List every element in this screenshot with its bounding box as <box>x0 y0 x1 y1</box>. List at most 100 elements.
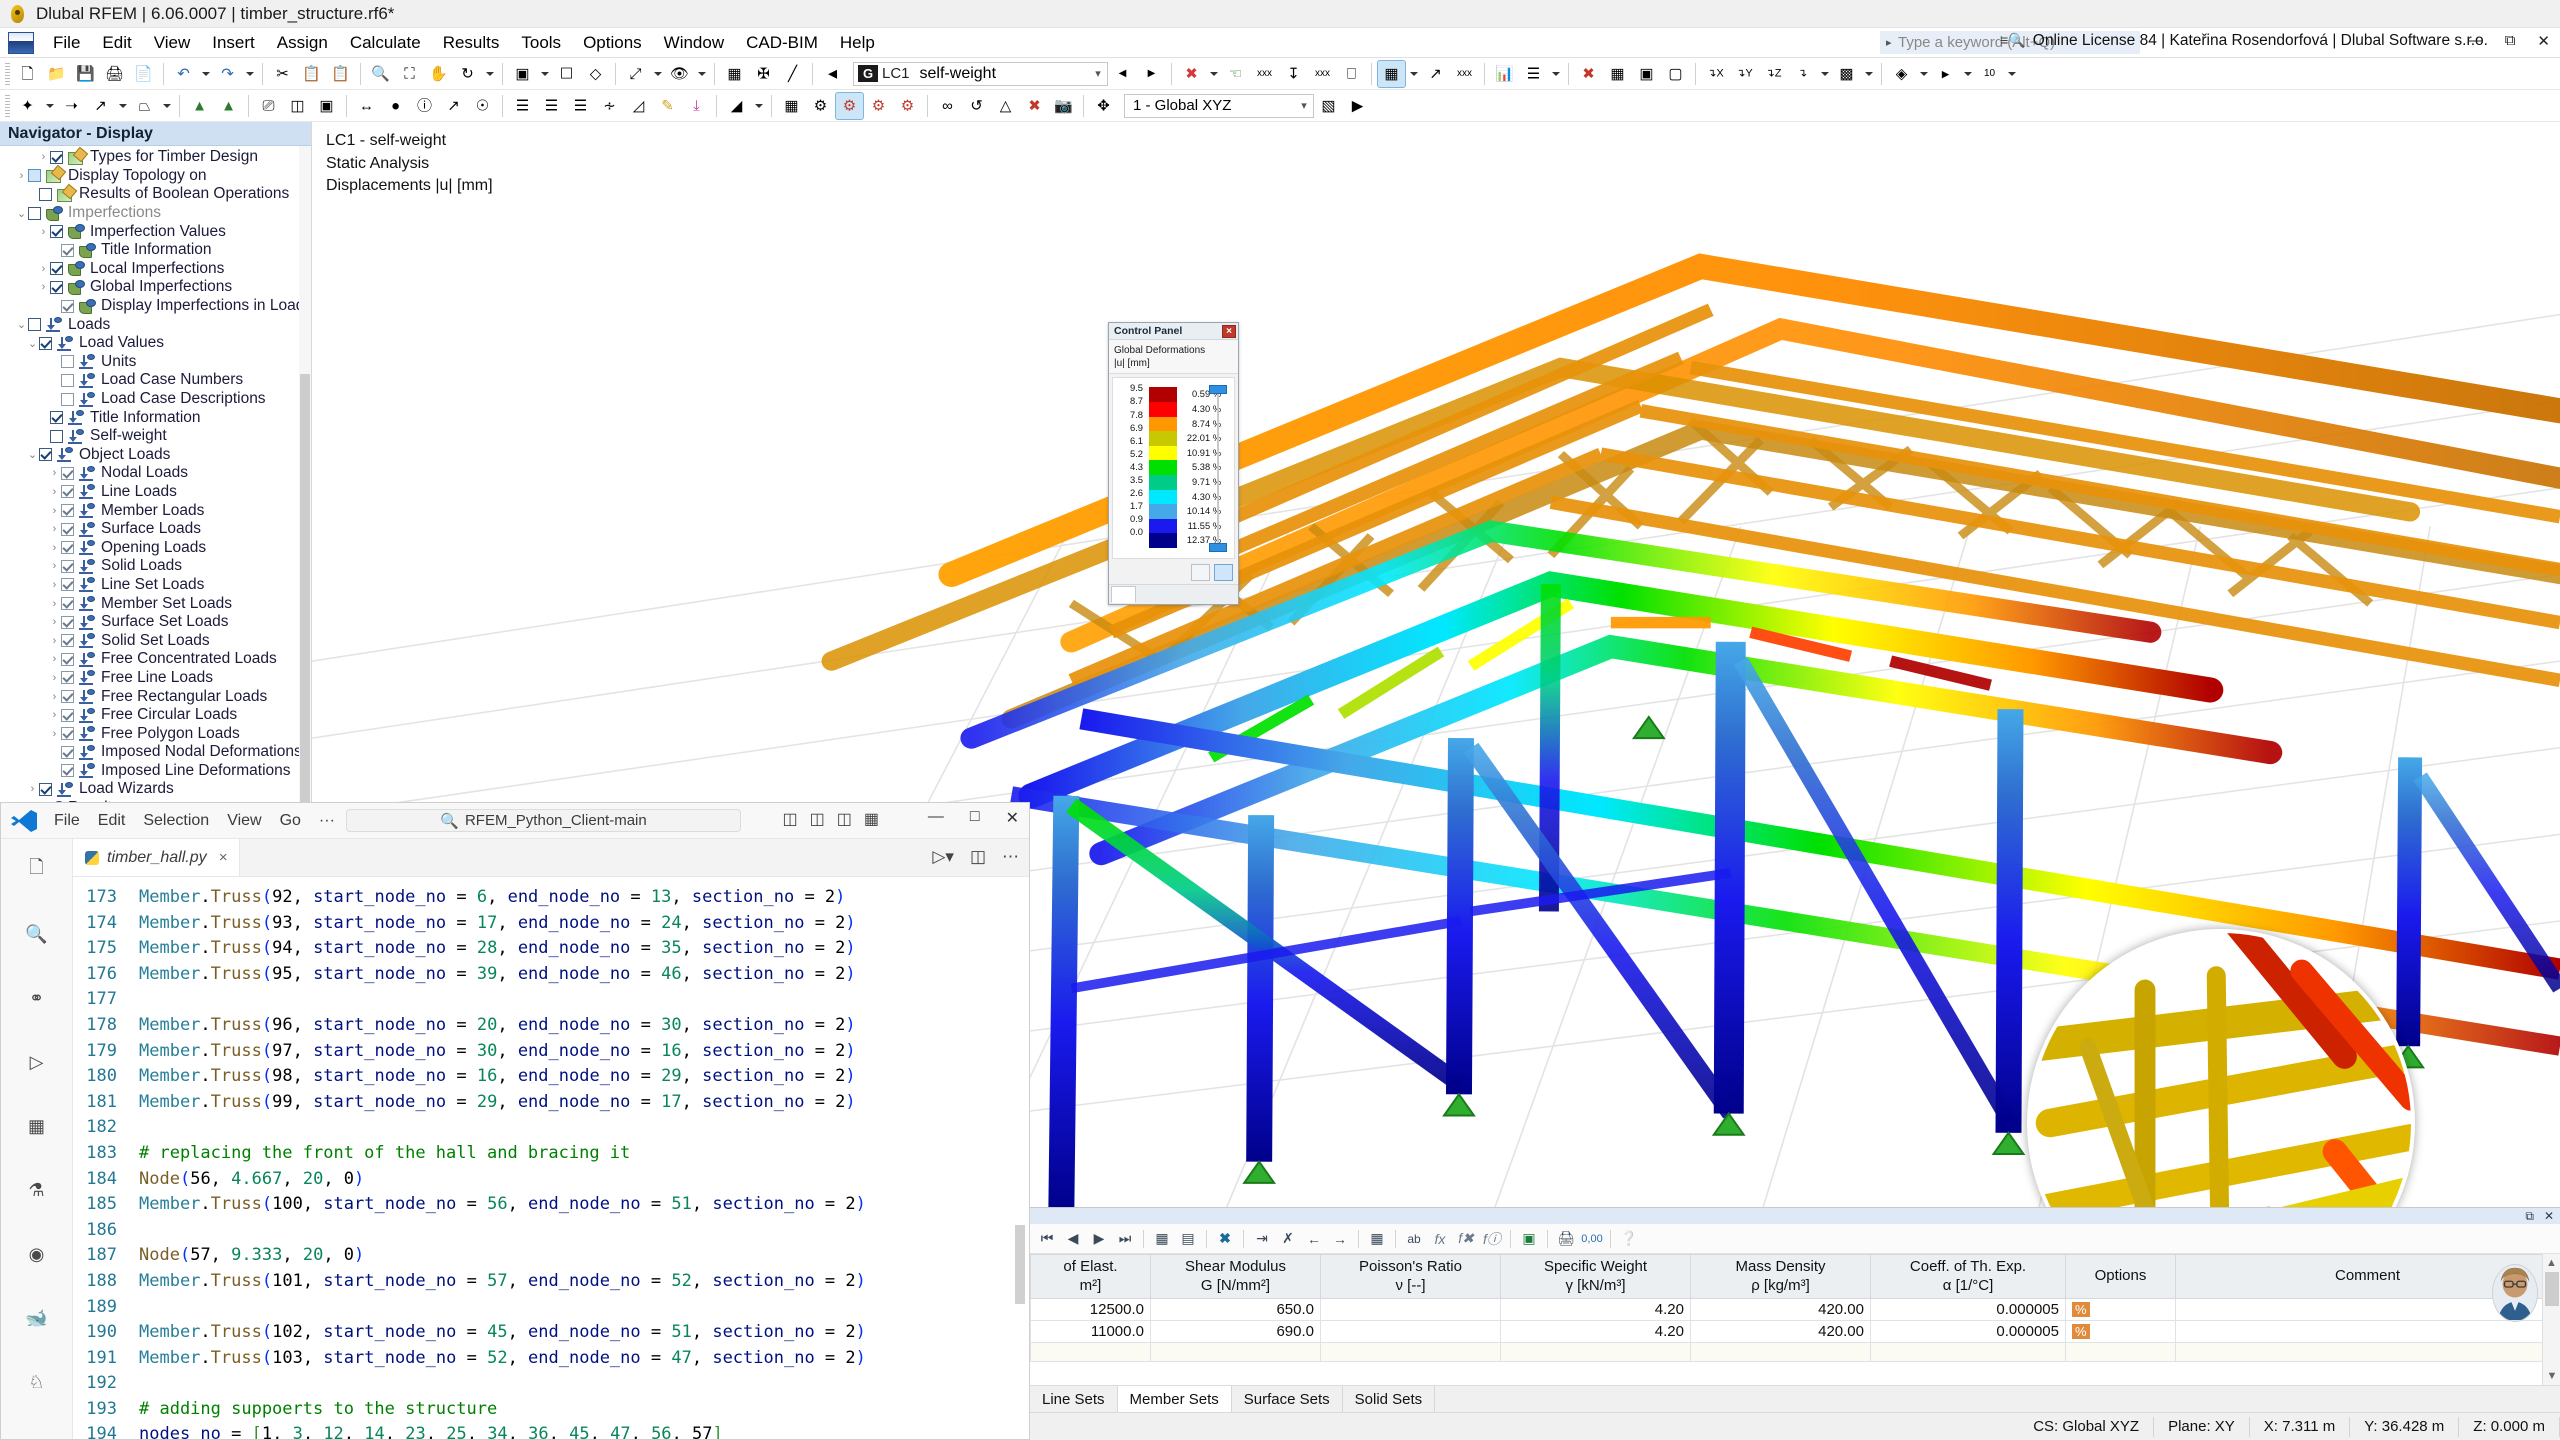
table-scrollbar-thumb[interactable] <box>2545 1272 2559 1306</box>
table-layout-icon[interactable]: ▦ <box>1365 1227 1389 1251</box>
table-cell[interactable]: 11000.0 <box>1030 1320 1151 1343</box>
table-cell[interactable]: 12500.0 <box>1030 1298 1151 1321</box>
chevron-right-icon[interactable]: › <box>48 579 61 591</box>
checkbox[interactable] <box>39 336 52 350</box>
checkbox[interactable] <box>61 727 74 741</box>
legend-colors-icon[interactable] <box>1214 564 1233 582</box>
deformation-icon[interactable]: ↗ <box>1422 61 1449 87</box>
table-column-header[interactable]: Options <box>2065 1254 2176 1299</box>
table-column-header[interactable]: Poisson's Ratio ν [--] <box>1320 1254 1501 1299</box>
menu-tools[interactable]: Tools <box>510 29 572 57</box>
checkbox[interactable] <box>50 225 63 239</box>
toolbar-grip[interactable] <box>5 62 10 85</box>
table-cell-empty[interactable] <box>1690 1342 1871 1362</box>
table-grid-container[interactable]: of Elast. m²] Shear Modulus G [N/mm²] Poisso… <box>1030 1254 2560 1385</box>
close-button[interactable]: ✕ <box>2533 30 2554 52</box>
table-excel-export-icon[interactable]: ▣ <box>1517 1227 1541 1251</box>
table-fx-icon[interactable]: fx <box>1428 1227 1452 1251</box>
calculate-icon[interactable]: ⚙ <box>835 91 864 120</box>
result-diagram-icon[interactable]: 📊 <box>1491 61 1518 87</box>
chevron-right-icon[interactable]: › <box>15 170 28 182</box>
table-cell[interactable]: 420.00 <box>1690 1320 1871 1343</box>
editor-tab-timber-hall[interactable]: timber_hall.py × <box>73 839 241 876</box>
navigator-item-free-rectangular-loads[interactable]: › Free Rectangular Loads <box>0 687 311 706</box>
save-icon[interactable]: 💾 <box>72 61 99 87</box>
close-tab-icon[interactable]: × <box>219 849 228 866</box>
align-bottom-icon[interactable]: ☰ <box>567 93 594 119</box>
chevron-down-icon-cs[interactable]: ▾ <box>1295 99 1313 112</box>
navigator-item-free-line-loads[interactable]: › Free Line Loads <box>0 669 311 688</box>
calc-diagram-icon[interactable]: ↗ <box>440 93 467 119</box>
legend-color-swatch[interactable] <box>1149 474 1177 490</box>
vscode-menu-go[interactable]: Go <box>271 809 310 833</box>
checkbox[interactable] <box>50 262 63 276</box>
toggle-primary-sidebar-icon[interactable]: ◫ <box>783 809 798 829</box>
checkbox[interactable] <box>61 764 74 778</box>
perspective-icon[interactable]: ▸ <box>1932 61 1959 87</box>
code-line[interactable]: 182 <box>73 1115 1029 1141</box>
new-plane-icon[interactable]: ▧ <box>1315 93 1342 119</box>
navigator-item-load-wizards[interactable]: › Load Wizards <box>0 780 311 799</box>
code-line[interactable]: 184 Node(56, 4.667, 20, 0) <box>73 1167 1029 1193</box>
navigator-item-imposed-nodal-deformations[interactable]: Imposed Nodal Deformations <box>0 743 311 762</box>
section-prop-icon[interactable]: ☉ <box>469 93 496 119</box>
legend-range-slider[interactable] <box>1209 385 1227 553</box>
select-objects-icon[interactable]: ⤢ <box>622 61 649 87</box>
visibility-icon[interactable]: 👁 <box>666 61 693 87</box>
chevron-right-icon[interactable]: › <box>26 783 39 795</box>
table-cell[interactable]: 650.0 <box>1150 1298 1321 1321</box>
code-line[interactable]: 178 Member.Truss(96, start_node_no = 20, … <box>73 1013 1029 1039</box>
perspective-dropdown-icon[interactable] <box>1961 61 1974 87</box>
table-panel-float-icon[interactable]: ⧉ <box>2525 1209 2534 1224</box>
navigator-item-display-topology-on[interactable]: › Display Topology on <box>0 167 311 186</box>
chevron-right-icon[interactable]: › <box>48 635 61 647</box>
code-line[interactable]: 187 Node(57, 9.333, 20, 0) <box>73 1243 1029 1269</box>
table-insert-row-icon[interactable]: ⇥ <box>1250 1227 1274 1251</box>
table-cell-empty[interactable] <box>2065 1342 2176 1362</box>
checkbox[interactable] <box>61 504 74 518</box>
vscode-menu-selection[interactable]: Selection <box>134 809 218 833</box>
cut-icon[interactable]: ✂ <box>269 61 296 87</box>
table-cell[interactable]: % <box>2065 1320 2176 1343</box>
nodes-dropdown-icon[interactable] <box>1207 61 1220 87</box>
docker-icon[interactable]: 🐋 <box>20 1301 54 1335</box>
checkbox[interactable] <box>61 355 74 369</box>
measure-icon[interactable]: ● <box>382 93 409 119</box>
code-line[interactable]: 173 Member.Truss(92, start_node_no = 6, e… <box>73 885 1029 911</box>
navigator-item-title-information[interactable]: Title Information <box>0 241 311 260</box>
table-vertical-scrollbar[interactable]: ▲ ▼ <box>2542 1254 2560 1385</box>
navigator-item-load-values[interactable]: ⌄ Load Values <box>0 334 311 353</box>
checkbox[interactable] <box>61 299 74 313</box>
table-cell[interactable]: 4.20 <box>1500 1320 1691 1343</box>
checkbox[interactable] <box>39 448 52 462</box>
distribute-icon[interactable]: ∻ <box>596 93 623 119</box>
member-numbers-icon[interactable]: xxx <box>1309 61 1336 87</box>
table-move-right-icon[interactable]: → <box>1328 1227 1352 1251</box>
split-editor-icon[interactable]: ◫ <box>970 847 986 867</box>
checkbox[interactable] <box>39 187 52 201</box>
chevron-down-icon[interactable]: ▾ <box>1089 67 1107 80</box>
new-plane-arrow-icon[interactable]: ▶ <box>1344 93 1371 119</box>
editor-scrollbar-thumb[interactable] <box>1015 1225 1025 1305</box>
checkbox[interactable] <box>61 373 74 387</box>
code-line[interactable]: 189 <box>73 1295 1029 1321</box>
supports-icon[interactable]: ☜ <box>1222 61 1249 87</box>
table-first-icon[interactable]: ⏮ <box>1035 1227 1059 1251</box>
slider-knob-max[interactable] <box>1209 385 1227 395</box>
checkbox[interactable] <box>61 652 74 666</box>
table-tab-member-sets[interactable]: Member Sets <box>1117 1386 1232 1412</box>
menu-options[interactable]: Options <box>572 29 653 57</box>
navigator-item-line-set-loads[interactable]: › Line Set Loads <box>0 576 311 595</box>
new-node-icon[interactable]: ✦ <box>14 93 41 119</box>
dimension-icon[interactable]: ↔ <box>353 93 380 119</box>
legend-color-swatch[interactable] <box>1149 460 1177 475</box>
toggle-panel-icon[interactable]: ◫ <box>810 809 825 829</box>
mesh-display-icon[interactable]: ▦ <box>778 93 805 119</box>
table-empty-row[interactable] <box>1030 1342 2560 1362</box>
clipping-icon[interactable]: ▢ <box>1662 61 1689 87</box>
checkbox[interactable] <box>61 392 74 406</box>
chevron-right-icon[interactable]: › <box>48 560 61 572</box>
menu-insert[interactable]: Insert <box>201 29 266 57</box>
code-line[interactable]: 180 Member.Truss(98, start_node_no = 16, … <box>73 1064 1029 1090</box>
new-member-dropdown-icon[interactable] <box>116 93 129 119</box>
